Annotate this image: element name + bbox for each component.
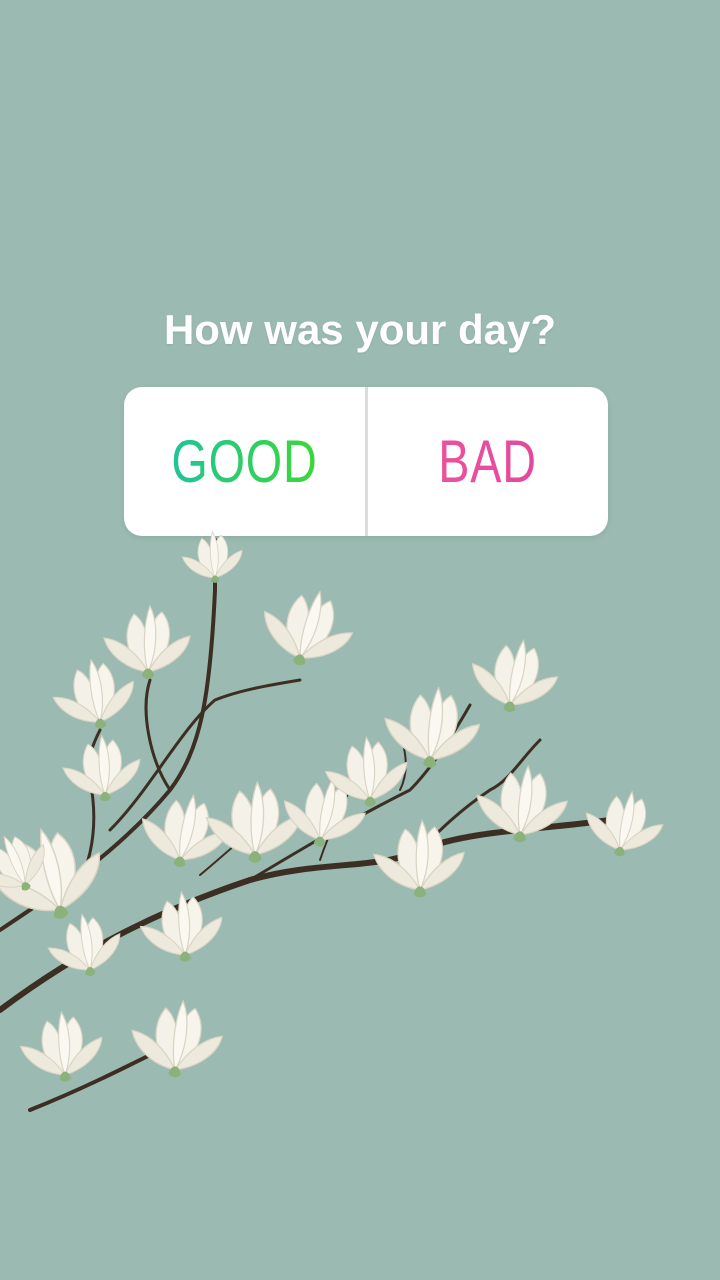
magnolia-flower — [380, 682, 484, 773]
poll-sticker: GOOD BAD — [124, 387, 608, 536]
poll-option-bad[interactable]: BAD — [394, 387, 582, 536]
poll-divider — [365, 387, 368, 536]
magnolia-branch-illustration — [0, 530, 669, 1112]
magnolia-flower — [252, 578, 362, 678]
poll-option-good[interactable]: GOOD — [151, 387, 339, 536]
magnolia-flower — [579, 784, 669, 864]
magnolia-flower — [179, 530, 246, 586]
magnolia-flower — [127, 996, 226, 1082]
branch-stem — [144, 678, 172, 792]
story-screen: How was your day? GOOD BAD — [0, 0, 720, 1280]
magnolia-flower — [373, 820, 465, 898]
magnolia-flower — [205, 781, 302, 864]
magnolia-flower — [47, 652, 142, 737]
magnolia-flower — [103, 605, 191, 680]
magnolia-flower — [59, 731, 144, 806]
magnolia-flower — [137, 888, 226, 966]
poll-question: How was your day? — [163, 306, 557, 353]
magnolia-flower — [17, 1008, 106, 1086]
magnolia-flower — [464, 631, 564, 720]
